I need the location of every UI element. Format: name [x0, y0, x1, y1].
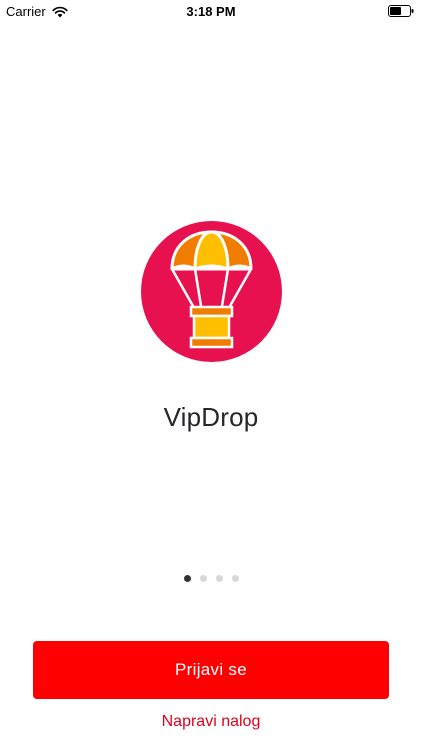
app-logo	[141, 221, 282, 362]
page-dot-2[interactable]	[199, 575, 207, 582]
page-dot-4[interactable]	[231, 575, 239, 582]
app-title: VipDrop	[163, 402, 259, 432]
page-dot-1[interactable]	[183, 575, 191, 582]
create-account-link[interactable]: Napravi nalog	[0, 713, 422, 731]
parachute-crate-icon	[141, 221, 282, 362]
status-time: 3:18 PM	[186, 4, 236, 19]
page-dot-3[interactable]	[215, 575, 223, 582]
battery-icon	[388, 5, 414, 17]
page-indicator[interactable]	[0, 575, 422, 582]
status-bar: Carrier 3:18 PM	[0, 0, 422, 22]
login-button[interactable]: Prijavi se	[33, 641, 389, 699]
